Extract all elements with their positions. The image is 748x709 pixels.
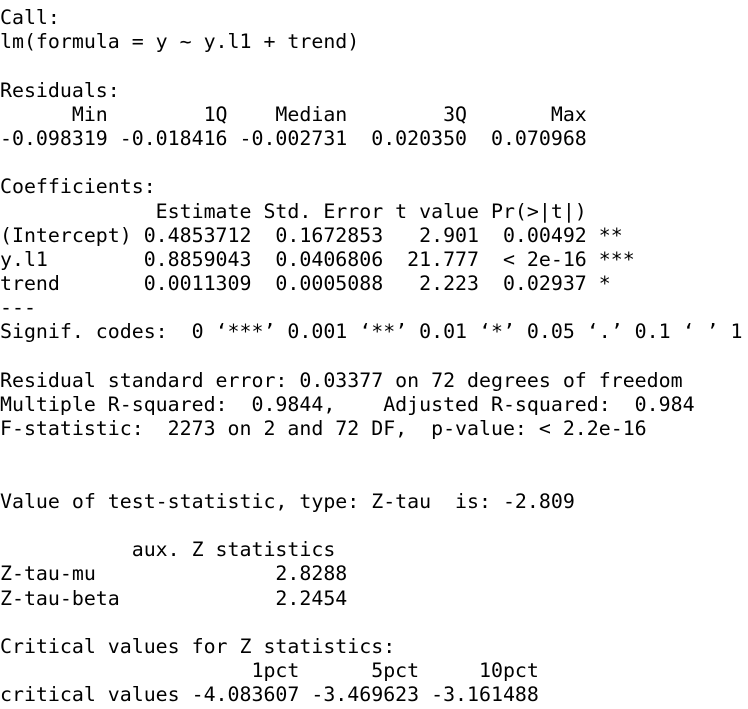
aux-statistics-header: aux. Z statistics <box>0 538 336 562</box>
r-squared: Multiple R-squared: 0.9844, Adjusted R-s… <box>0 393 707 416</box>
coefficients-row-y-l1: y.l1 0.8859043 0.0406806 21.777 < 2e-16 … <box>0 247 635 271</box>
f-statistic: F-statistic: 2273 on 2 and 72 DF, p-valu… <box>0 417 647 441</box>
coefficients-header: Coefficients: <box>0 175 156 199</box>
residual-standard-error: Residual standard error: 0.03377 on 72 d… <box>0 368 683 392</box>
critical-values-labels: 1pct 5pct 10pct <box>0 659 539 683</box>
call-header: Call: <box>0 6 60 29</box>
coefficients-row-trend: trend 0.0011309 0.0005088 2.223 0.02937 … <box>0 272 635 296</box>
residuals-values: -0.098319 -0.018416 -0.002731 0.020350 0… <box>0 126 599 150</box>
call-formula: lm(formula = y ~ y.l1 + trend) <box>0 30 360 54</box>
coefficients-row-intercept: (Intercept) 0.4853712 0.1672853 2.901 0.… <box>0 223 635 247</box>
critical-values-row: critical values -4.083607 -3.469623 -3.1… <box>0 683 539 707</box>
signif-codes: Signif. codes: 0 ‘***’ 0.001 ‘**’ 0.01 ‘… <box>0 320 743 344</box>
aux-row-z-tau-beta: Z-tau-beta 2.2454 <box>0 586 348 610</box>
test-statistic: Value of test-statistic, type: Z-tau is:… <box>0 489 587 513</box>
residuals-labels: Min 1Q Median 3Q Max <box>0 102 599 126</box>
coefficients-separator: --- <box>0 296 36 320</box>
r-console-output: Call: lm(formula = y ~ y.l1 + trend) Res… <box>0 6 748 707</box>
residuals-header: Residuals: <box>0 78 120 102</box>
critical-values-header: Critical values for Z statistics: <box>0 634 396 658</box>
coefficients-columns: Estimate Std. Error t value Pr(>|t|) <box>0 199 635 223</box>
aux-row-z-tau-mu: Z-tau-mu 2.8288 <box>0 562 348 586</box>
